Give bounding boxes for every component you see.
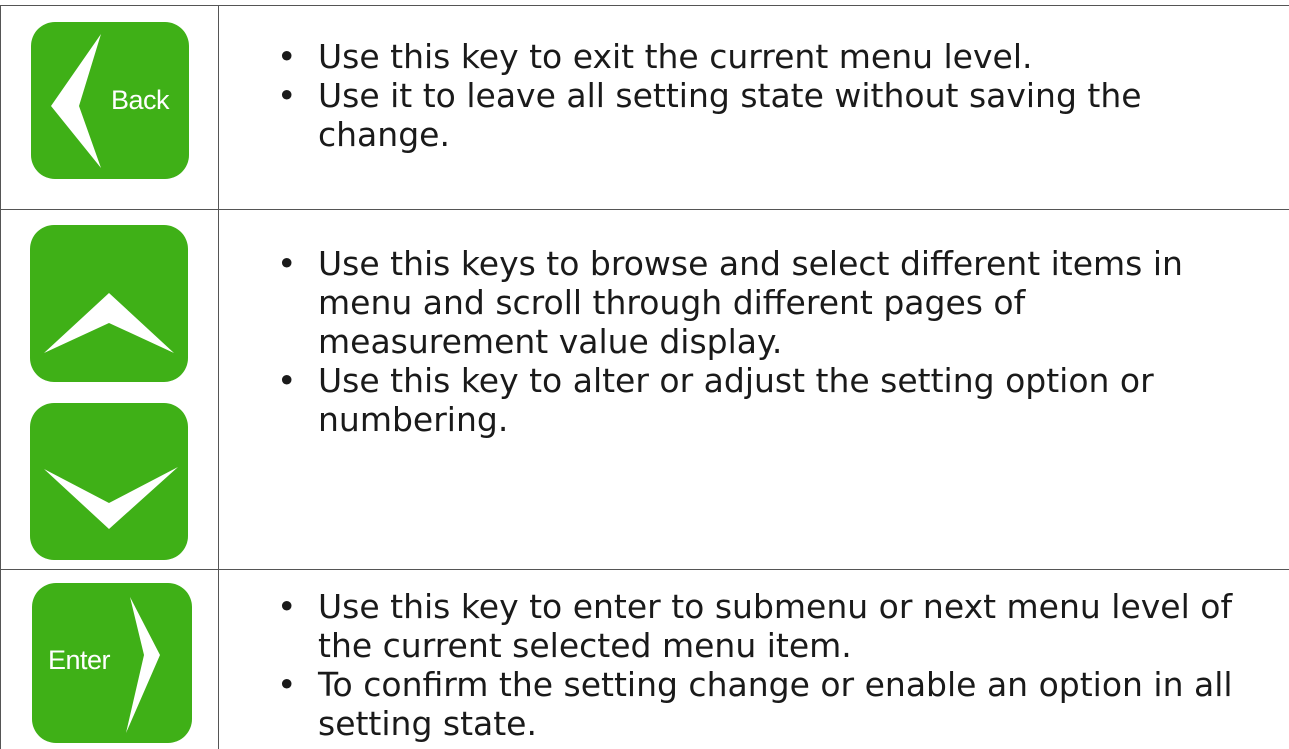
- list-item: Use this keys to browse and select diffe…: [255, 244, 1245, 361]
- back-key-description: Use this key to exit the current menu le…: [255, 37, 1255, 154]
- up-down-keys-description: Use this keys to browse and select diffe…: [255, 244, 1245, 439]
- list-item: Use it to leave all setting state withou…: [255, 76, 1255, 154]
- list-item: To confirm the setting change or enable …: [255, 665, 1285, 743]
- enter-key-label: Enter: [48, 645, 111, 675]
- back-key: Back: [31, 22, 189, 179]
- table-border-top: [0, 5, 1289, 6]
- enter-key: Enter: [32, 583, 192, 743]
- table-border-left: [0, 5, 1, 749]
- up-arrow-icon: [44, 293, 174, 353]
- down-arrow-icon: [44, 467, 178, 529]
- list-item: Use this key to enter to submenu or next…: [255, 587, 1285, 665]
- table-column-divider: [218, 5, 219, 749]
- list-item: Use this key to alter or adjust the sett…: [255, 361, 1245, 439]
- list-item: Use this key to exit the current menu le…: [255, 37, 1255, 76]
- down-key: [30, 403, 188, 560]
- up-key: [30, 225, 188, 382]
- table-row-divider-2: [0, 569, 1289, 570]
- table-row-divider-1: [0, 209, 1289, 210]
- back-key-label: Back: [111, 85, 170, 115]
- enter-key-description: Use this key to enter to submenu or next…: [255, 587, 1285, 743]
